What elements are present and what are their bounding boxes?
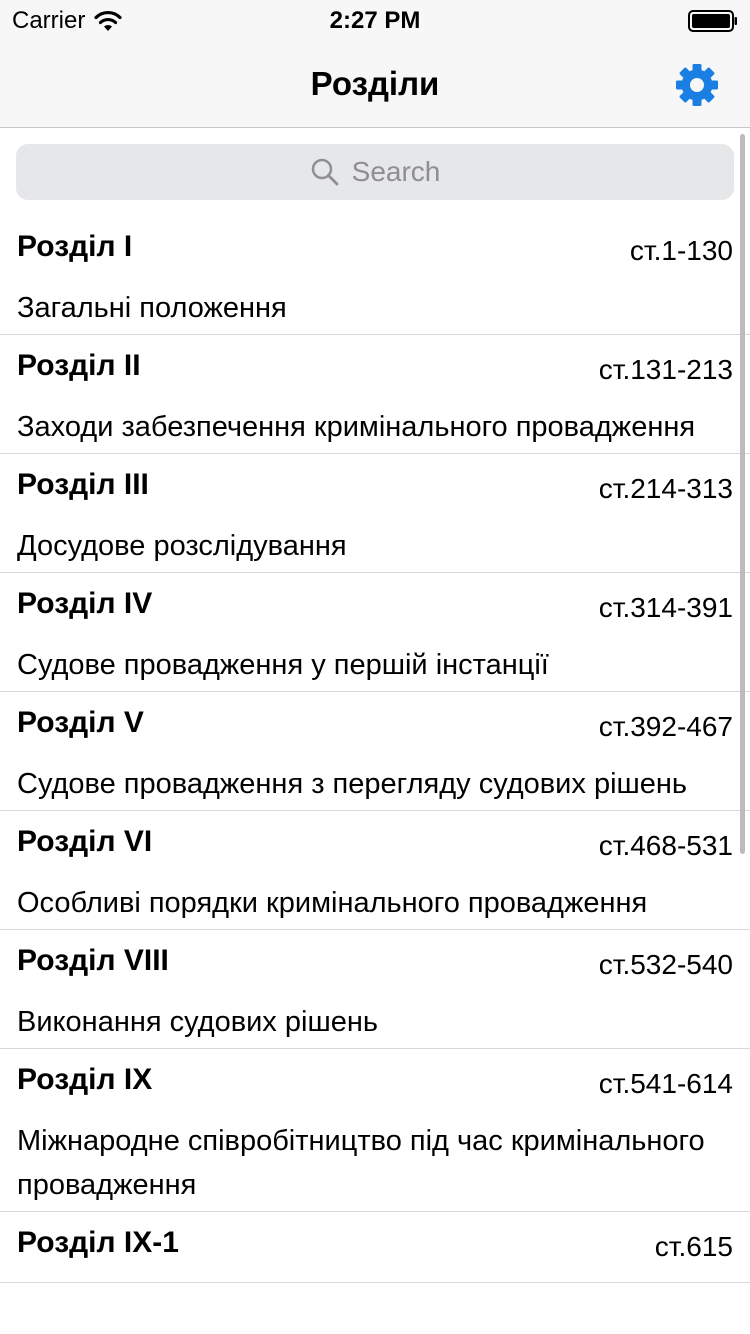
status-time: 2:27 PM [329, 7, 421, 34]
section-description: Особливі порядки кримінального проваджен… [17, 887, 648, 919]
section-description: Загальні положення [17, 292, 287, 324]
section-range: ст.532-540 [598, 949, 733, 980]
section-row[interactable]: Розділ III ст.214-313 Досудове розслідув… [0, 454, 750, 573]
section-row[interactable]: Розділ VIII ст.532-540 Виконання судових… [0, 930, 750, 1049]
section-description: Судове провадження з перегляду судових р… [17, 768, 688, 800]
section-range: ст.468-531 [598, 830, 733, 861]
page-title: Розділи [310, 65, 440, 102]
scrollbar[interactable] [740, 134, 745, 854]
section-row[interactable]: Розділ IV ст.314-391 Судове провадження … [0, 573, 750, 692]
section-range: ст.314-391 [598, 592, 733, 623]
search-container: Search [0, 128, 750, 216]
gear-icon[interactable] [674, 62, 720, 108]
section-title: Розділ II [17, 349, 141, 382]
section-row[interactable]: Розділ IX-1 ст.615 [0, 1212, 750, 1283]
section-description: Судове провадження у першій інстанції [17, 649, 549, 681]
sections-list: Розділ I ст.1-130 Загальні положення Роз… [0, 216, 750, 1283]
section-description: Досудове розслідування [17, 530, 347, 562]
section-row[interactable]: Розділ VI ст.468-531 Особливі порядки кр… [0, 811, 750, 930]
section-range: ст.615 [654, 1231, 733, 1262]
section-range: ст.392-467 [598, 711, 733, 742]
section-title: Розділ VI [17, 825, 153, 858]
section-range: ст.214-313 [598, 473, 733, 504]
navigation-bar: Carrier 2:27 PM Розділи [0, 0, 750, 128]
battery-icon [688, 10, 737, 32]
section-title: Розділ IX [17, 1063, 153, 1096]
section-row[interactable]: Розділ IX ст.541-614 Міжнародне співробі… [0, 1049, 750, 1212]
section-title: Розділ I [17, 230, 133, 263]
section-title: Розділ IV [17, 587, 153, 620]
section-range: ст.1-130 [629, 235, 733, 266]
status-bar: Carrier 2:27 PM [0, 0, 750, 40]
search-input[interactable]: Search [16, 144, 734, 200]
search-placeholder: Search [351, 156, 441, 187]
section-title: Розділ IX-1 [17, 1226, 179, 1259]
section-description: Заходи забезпечення кримінального провад… [17, 411, 696, 443]
search-icon [311, 158, 339, 186]
section-range: ст.131-213 [598, 354, 733, 385]
section-description: Виконання судових рішень [17, 1006, 378, 1038]
section-range: ст.541-614 [598, 1068, 733, 1099]
section-title: Розділ VIII [17, 944, 169, 977]
section-description: Міжнародне співробітництво під час кримі… [17, 1125, 705, 1201]
section-row[interactable]: Розділ V ст.392-467 Судове провадження з… [0, 692, 750, 811]
section-row[interactable]: Розділ I ст.1-130 Загальні положення [0, 216, 750, 335]
section-title: Розділ III [17, 468, 149, 501]
section-title: Розділ V [17, 706, 144, 739]
section-row[interactable]: Розділ II ст.131-213 Заходи забезпечення… [0, 335, 750, 454]
